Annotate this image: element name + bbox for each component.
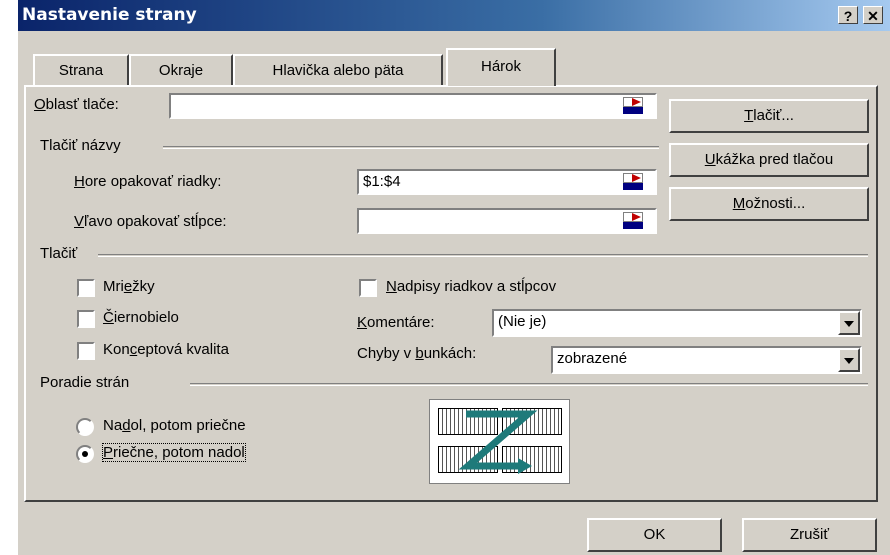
over-then-down-radio[interactable]	[76, 445, 94, 463]
options-button[interactable]: Možnosti...	[669, 187, 869, 221]
rows-to-repeat-label: Hore opakovať riadky:	[74, 173, 222, 190]
draft-quality-checkbox[interactable]	[77, 342, 95, 360]
print-area-input[interactable]	[169, 93, 657, 119]
chevron-down-icon[interactable]	[838, 311, 860, 335]
comments-label: Komentáre:	[357, 314, 435, 331]
tab-strana[interactable]: Strana	[33, 54, 129, 86]
down-then-over-radio[interactable]	[76, 418, 94, 436]
cols-to-repeat-label: Vľavo opakovať stĺpce:	[74, 213, 227, 230]
cell-errors-select-value: zobrazené	[557, 350, 628, 367]
print-titles-group-label: Tlačiť názvy	[40, 137, 121, 154]
tab-okraje[interactable]: Okraje	[129, 54, 233, 86]
print-button[interactable]: Tlačiť...	[669, 99, 869, 133]
print-titles-divider	[163, 146, 659, 149]
tab-harok[interactable]: Hárok	[446, 48, 556, 86]
print-preview-button[interactable]: Ukážka pred tlačou	[669, 143, 869, 177]
cell-errors-label: Chyby v bunkách:	[357, 345, 477, 362]
page-order-preview	[429, 399, 570, 484]
range-picker-icon[interactable]	[622, 211, 644, 230]
draft-quality-label: Konceptová kvalita	[103, 341, 229, 358]
gridlines-checkbox[interactable]	[77, 279, 95, 297]
over-then-down-label: Priečne, potom nadol	[102, 443, 246, 462]
print-area-label: Oblasť tlače:	[34, 96, 119, 113]
cols-to-repeat-input[interactable]	[357, 208, 657, 234]
rows-to-repeat-input[interactable]: $1:$4	[357, 169, 657, 195]
title-bar[interactable]: Nastavenie strany ? ✕	[18, 0, 890, 31]
tab-hlavicka[interactable]: Hlavička alebo päta	[233, 54, 443, 86]
comments-select[interactable]: (Nie je)	[492, 309, 862, 337]
print-divider	[98, 254, 868, 257]
page-order-group-label: Poradie strán	[40, 374, 130, 391]
dialog-title: Nastavenie strany	[22, 5, 197, 25]
comments-select-value: (Nie je)	[498, 313, 547, 330]
chevron-down-icon[interactable]	[838, 348, 860, 372]
z-arrow-icon	[458, 410, 538, 474]
black-white-checkbox[interactable]	[77, 310, 95, 328]
cell-errors-select[interactable]: zobrazené	[551, 346, 862, 374]
help-button[interactable]: ?	[838, 6, 858, 24]
close-button[interactable]: ✕	[863, 6, 883, 24]
gridlines-label: Mriežky	[103, 278, 155, 295]
ok-button[interactable]: OK	[587, 518, 722, 552]
range-picker-icon[interactable]	[622, 172, 644, 191]
row-col-headings-checkbox[interactable]	[359, 279, 377, 297]
page-order-divider	[190, 383, 868, 386]
row-col-headings-label: Nadpisy riadkov a stĺpcov	[386, 278, 557, 295]
page-setup-dialog: Nastavenie strany ? ✕ Strana Okraje Hlav…	[17, 0, 890, 555]
black-white-label: Čiernobielo	[103, 309, 179, 326]
print-group-label: Tlačiť	[40, 245, 78, 262]
down-then-over-label: Nadol, potom priečne	[103, 417, 246, 434]
cancel-button[interactable]: Zrušiť	[742, 518, 877, 552]
range-picker-icon[interactable]	[622, 96, 644, 115]
